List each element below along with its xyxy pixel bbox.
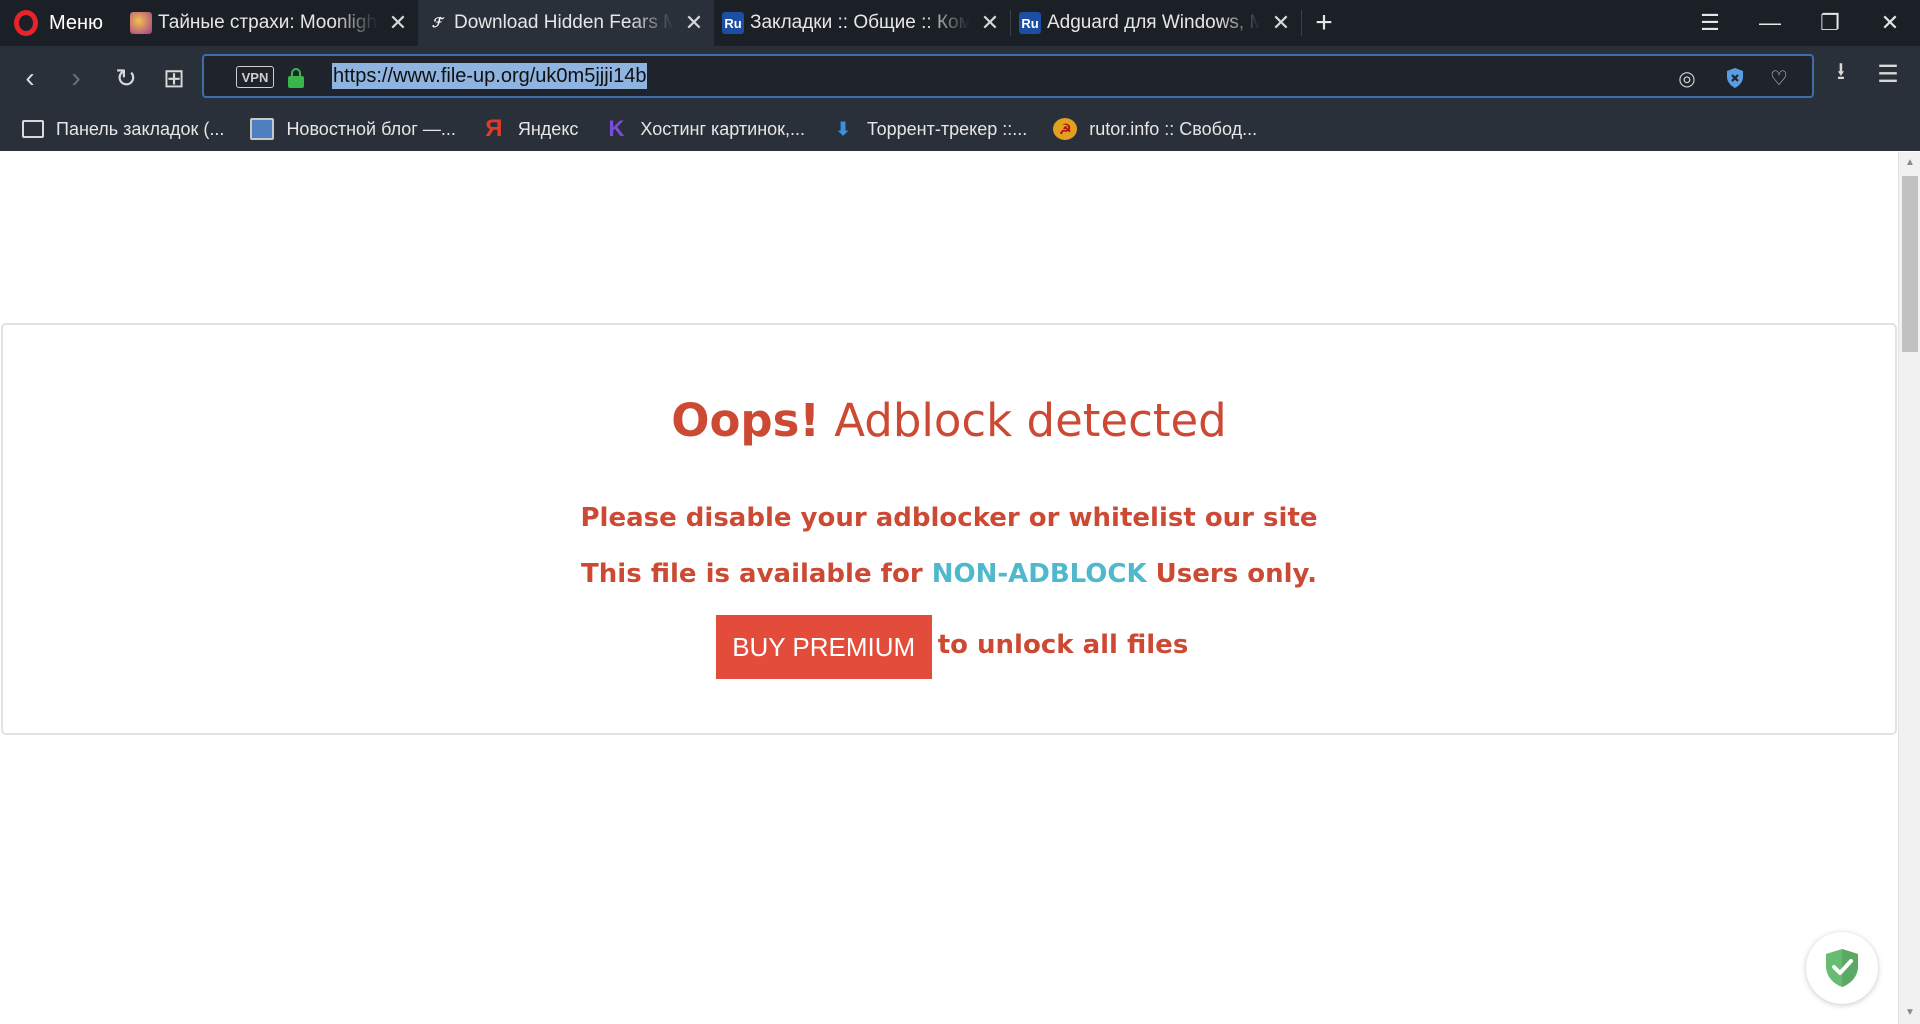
scroll-thumb[interactable]	[1902, 176, 1918, 352]
bookmark-label: Панель закладок (...	[56, 118, 225, 139]
close-icon[interactable]: ✕	[1261, 10, 1301, 36]
adblock-notice-card: Oops! Adblock detected Please disable yo…	[1, 323, 1897, 735]
tab-title: Закладки :: Общие :: Комп	[750, 12, 970, 33]
url-text[interactable]: https://www.file-up.org/uk0m5jjji14b	[332, 63, 648, 89]
file-up-favicon-icon: ℱ	[431, 15, 443, 30]
restore-button[interactable]: ❐	[1800, 0, 1860, 46]
k-icon: K	[608, 116, 625, 141]
close-window-button[interactable]: ✕	[1860, 0, 1920, 46]
close-icon[interactable]: ✕	[674, 10, 714, 36]
easy-setup-settings-icon[interactable]: ☰	[1870, 56, 1906, 92]
bookmark-label: Новостной блог —...	[286, 118, 456, 139]
opera-logo-icon	[14, 10, 38, 36]
bookmarks-bar: Панель закладок (... Новостной блог —...…	[0, 106, 1920, 152]
tab-hidden-fears-moonlight[interactable]: Тайные страхи: Moonlight ✕	[122, 0, 418, 46]
yandex-icon: Я	[485, 115, 503, 142]
adguard-shield-icon	[1826, 949, 1858, 987]
bookmark-label: rutor.info :: Свобод...	[1089, 118, 1258, 139]
easy-setup-icon[interactable]: ☰	[1680, 0, 1740, 46]
bookmark-torrent-tracker[interactable]: ⬇ Торрент-трекер ::...	[831, 118, 1028, 140]
window-controls: ☰ — ❐ ✕	[1680, 0, 1920, 46]
bookmark-news-blog[interactable]: Новостной блог —...	[250, 118, 456, 140]
premium-row: BUY PREMIUM to unlock all files	[3, 615, 1895, 679]
tabs-overview-button[interactable]: ⊞	[154, 58, 194, 98]
title-bold: Oops!	[671, 394, 820, 447]
tab-bookmarks-general[interactable]: Ru Закладки :: Общие :: Комп ✕	[714, 0, 1010, 46]
tab-adguard-windows[interactable]: Ru Adguard для Windows, Ma ✕	[1011, 0, 1301, 46]
new-tab-button[interactable]: +	[1302, 0, 1346, 46]
opera-menu-button[interactable]: Меню	[0, 0, 122, 46]
bookmark-panel-folder[interactable]: Панель закладок (...	[22, 119, 224, 140]
adguard-protection-badge[interactable]	[1806, 932, 1878, 1004]
minimize-button[interactable]: —	[1740, 0, 1800, 46]
vpn-badge[interactable]: VPN	[236, 66, 274, 88]
page-viewport: Oops! Adblock detected Please disable yo…	[0, 152, 1898, 1024]
tab-strip: Меню Тайные страхи: Moonlight ✕ ℱ Downlo…	[0, 0, 1920, 46]
bookmark-image-hosting[interactable]: K Хостинг картинок,...	[604, 116, 806, 141]
bookmark-label: Хостинг картинок,...	[640, 118, 806, 139]
ru-favicon-icon: Ru	[722, 12, 744, 34]
forward-button[interactable]: ›	[56, 58, 96, 98]
tab-title: Adguard для Windows, Ma	[1047, 12, 1261, 33]
availability-prefix: This file is available for	[581, 559, 932, 589]
bookmark-rutor[interactable]: ☭ rutor.info :: Свобод...	[1053, 118, 1257, 140]
address-bar[interactable]: VPN https://www.file-up.org/uk0m5jjji14b…	[202, 54, 1814, 98]
bookmark-yandex[interactable]: Я Яндекс	[482, 115, 579, 142]
disable-adblocker-message: Please disable your adblocker or whiteli…	[580, 503, 1318, 533]
monitor-icon	[250, 118, 275, 140]
scroll-up-arrow-icon[interactable]: ▲	[1899, 154, 1920, 172]
scroll-down-arrow-icon[interactable]: ▼	[1899, 1004, 1920, 1022]
back-button[interactable]: ‹	[10, 58, 50, 98]
favorite-heart-icon[interactable]: ♡	[1766, 66, 1792, 90]
availability-suffix: Users only.	[1146, 559, 1317, 589]
snapshot-camera-icon[interactable]: ◎	[1674, 66, 1700, 90]
close-icon[interactable]: ✕	[378, 10, 418, 36]
buy-premium-button[interactable]: BUY PREMIUM	[715, 615, 932, 679]
reload-button[interactable]: ↻	[106, 58, 146, 98]
tab-title: Download Hidden Fears Mo	[454, 12, 674, 33]
downloads-icon[interactable]: ⭳	[1823, 56, 1859, 92]
unlock-all-files-text: to unlock all files	[937, 630, 1189, 660]
page-title: Oops! Adblock detected	[3, 393, 1895, 449]
ru-favicon-icon: Ru	[1019, 12, 1041, 34]
bookmark-label: Торрент-трекер ::...	[867, 118, 1028, 139]
menu-label: Меню	[49, 11, 104, 34]
torrent-icon: ⬇	[835, 118, 851, 139]
lock-icon[interactable]	[288, 68, 304, 88]
tab-download-hidden-fears[interactable]: ℱ Download Hidden Fears Mo ✕	[418, 0, 714, 46]
bookmark-label: Яндекс	[517, 118, 579, 139]
close-icon[interactable]: ✕	[970, 10, 1010, 36]
page-scrollbar[interactable]: ▲ ▼	[1898, 152, 1920, 1024]
non-adblock-highlight: NON-ADBLOCK	[931, 559, 1147, 589]
title-rest: Adblock detected	[819, 394, 1227, 447]
adblock-shield-icon[interactable]	[1722, 66, 1748, 90]
availability-message: This file is available for NON-ADBLOCK U…	[3, 557, 1895, 591]
folder-icon	[22, 120, 44, 138]
game-favicon-icon	[130, 12, 152, 34]
rutor-icon: ☭	[1053, 118, 1078, 140]
tab-title: Тайные страхи: Moonlight	[158, 12, 378, 33]
